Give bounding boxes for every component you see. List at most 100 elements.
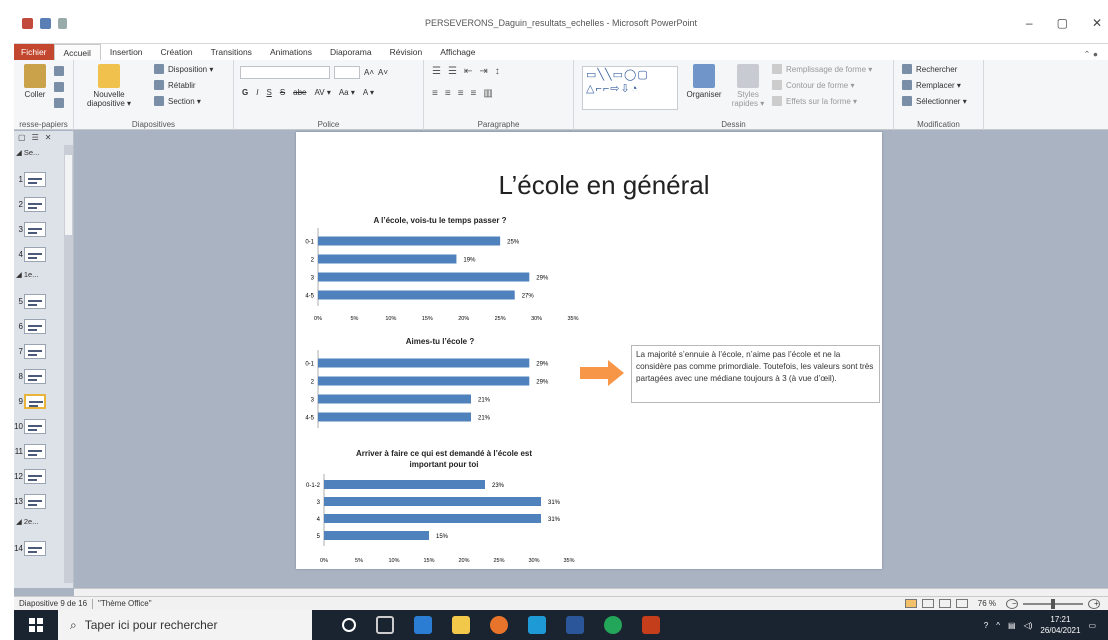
increase-indent-icon[interactable]: ⇥ <box>479 66 487 77</box>
reset-button[interactable]: Rétablir <box>154 80 196 90</box>
shape-fill-button[interactable]: Remplissage de forme ▾ <box>772 64 872 74</box>
font-name-select[interactable] <box>240 66 330 79</box>
chart-1[interactable]: 0-1 25% 2 19% 3 29% 4-5 27% 0% 5% 10% 15% 20% 25% 30% 3… <box>296 228 596 328</box>
word-icon[interactable] <box>566 616 584 634</box>
grow-font-icon[interactable]: A˄ <box>364 68 374 77</box>
slide-sorter-icon[interactable] <box>921 599 934 608</box>
new-slide-label-2: diapositive ▾ <box>86 99 132 108</box>
font-size-select[interactable] <box>334 66 360 79</box>
shape-outline-button[interactable]: Contour de forme ▾ <box>772 80 855 90</box>
strikethrough-button[interactable]: abe <box>293 88 306 97</box>
slide-number: 2 <box>18 200 23 209</box>
quick-styles-button[interactable]: Styles rapides ▾ <box>728 64 768 108</box>
tab-review[interactable]: Révision <box>381 44 432 60</box>
zoom-slider-thumb[interactable] <box>1051 598 1055 609</box>
bullets-icon[interactable]: ☰ <box>432 66 441 77</box>
chevron-up-icon[interactable]: ^ <box>996 621 1000 630</box>
shapes-gallery[interactable]: ▭╲╲▭◯▢ △⌐⌐⇨⇩◔ <box>582 66 678 110</box>
underline-button[interactable]: S <box>266 88 271 97</box>
tick-label: 35% <box>567 316 578 322</box>
tab-animations[interactable]: Animations <box>261 44 321 60</box>
slides-view-icon[interactable]: ☰ <box>32 133 39 143</box>
tab-insert[interactable]: Insertion <box>101 44 152 60</box>
paste-button[interactable]: Coller <box>20 64 50 99</box>
help-icon[interactable]: ⌃ ● <box>1083 49 1108 60</box>
volume-icon[interactable]: ◁) <box>1024 621 1033 630</box>
format-painter-icon[interactable] <box>54 98 64 108</box>
category-label: 2 <box>311 380 315 386</box>
tab-transitions[interactable]: Transitions <box>202 44 261 60</box>
tab-design[interactable]: Création <box>152 44 202 60</box>
slide-preview <box>24 494 46 509</box>
cortana-icon[interactable] <box>342 618 356 632</box>
zoom-in-button[interactable]: + <box>1088 598 1100 609</box>
italic-button[interactable]: I <box>256 88 258 97</box>
char-spacing-button[interactable]: AV ▾ <box>315 88 331 97</box>
close-button[interactable]: ✕ <box>1092 16 1102 30</box>
select-button[interactable]: Sélectionner ▾ <box>902 96 967 106</box>
slide-title[interactable]: L’école en général <box>474 170 734 201</box>
bar <box>318 236 501 246</box>
slideshow-view-icon[interactable] <box>955 599 968 608</box>
file-explorer-icon[interactable] <box>452 616 470 634</box>
shadow-button[interactable]: S <box>280 88 285 97</box>
firefox-icon[interactable] <box>490 616 508 634</box>
align-left-icon[interactable]: ≡ <box>432 88 438 99</box>
category-label: 3 <box>317 500 321 506</box>
line-spacing-icon[interactable]: ↕ <box>495 66 500 77</box>
notes-pane[interactable] <box>74 588 1108 596</box>
start-button[interactable] <box>14 618 58 632</box>
taskbar-search[interactable]: ⌕ Taper ici pour rechercher <box>58 610 312 640</box>
align-right-icon[interactable]: ≡ <box>458 88 464 99</box>
justify-icon[interactable]: ≡ <box>471 88 477 99</box>
tab-file[interactable]: Fichier <box>14 44 54 60</box>
tab-home[interactable]: Accueil <box>53 44 101 60</box>
powerpoint-icon[interactable] <box>642 616 660 634</box>
find-button[interactable]: Rechercher <box>902 64 957 74</box>
close-panel-icon[interactable]: ✕ <box>45 133 52 143</box>
scroll-thumb[interactable] <box>65 155 72 235</box>
skype-icon[interactable] <box>528 616 546 634</box>
tab-view[interactable]: Affichage <box>431 44 484 60</box>
outline-view-icon[interactable]: ▢ <box>18 133 26 143</box>
slide-canvas[interactable]: L’école en général A l’école, vois-tu le… <box>296 132 882 569</box>
chrome-icon[interactable] <box>604 616 622 634</box>
conclusion-textbox[interactable]: La majorité s’ennuie à l’école, n’aime p… <box>631 345 880 403</box>
reading-view-icon[interactable] <box>938 599 951 608</box>
quick-styles-label: Styles <box>737 90 759 99</box>
columns-icon[interactable]: ▥ <box>483 88 492 99</box>
network-icon[interactable]: ▤ <box>1008 621 1016 630</box>
chart-2[interactable]: 0-1 29% 2 29% 3 21% 4-5 21% <box>296 350 596 436</box>
align-center-icon[interactable]: ≡ <box>445 88 451 99</box>
organize-button[interactable]: Organiser <box>684 64 724 99</box>
zoom-level[interactable]: 76 % <box>973 599 1001 608</box>
notifications-icon[interactable]: ▭ <box>1088 621 1096 630</box>
clock[interactable]: 17:21 26/04/2021 <box>1040 614 1080 636</box>
bold-button[interactable]: G <box>242 88 248 97</box>
font-color-button[interactable]: A ▾ <box>363 88 374 97</box>
shrink-font-icon[interactable]: A˅ <box>378 68 388 77</box>
zoom-out-button[interactable]: − <box>1006 598 1018 609</box>
cut-icon[interactable] <box>54 66 64 76</box>
copy-icon[interactable] <box>54 82 64 92</box>
select-label: Sélectionner ▾ <box>916 96 967 106</box>
shape-effects-button[interactable]: Effets sur la forme ▾ <box>772 96 857 106</box>
section-button[interactable]: Section ▾ <box>154 96 201 106</box>
restore-button[interactable]: ▢ <box>1057 16 1068 30</box>
replace-button[interactable]: Remplacer ▾ <box>902 80 961 90</box>
thumbnail-scrollbar[interactable] <box>64 145 73 583</box>
task-view-icon[interactable] <box>376 616 394 634</box>
zoom-slider[interactable] <box>1023 598 1083 609</box>
chart-3[interactable]: 0-1-2 23% 3 31% 4 31% 5 15% 0% 5% 10% 15% 20% 25% 30% 3… <box>296 474 596 569</box>
new-slide-button[interactable]: Nouvelle diapositive ▾ <box>84 64 134 108</box>
numbering-icon[interactable]: ☰ <box>448 66 457 77</box>
tab-slideshow[interactable]: Diaporama <box>321 44 381 60</box>
decrease-indent-icon[interactable]: ⇤ <box>464 66 472 77</box>
help-tray-icon[interactable]: ? <box>984 621 988 630</box>
layout-button[interactable]: Disposition ▾ <box>154 64 213 74</box>
normal-view-icon[interactable] <box>904 599 917 608</box>
edge-icon[interactable] <box>414 616 432 634</box>
right-arrow-shape[interactable] <box>580 360 624 386</box>
minimize-button[interactable]: – <box>1026 16 1033 30</box>
change-case-button[interactable]: Aa ▾ <box>339 88 355 97</box>
